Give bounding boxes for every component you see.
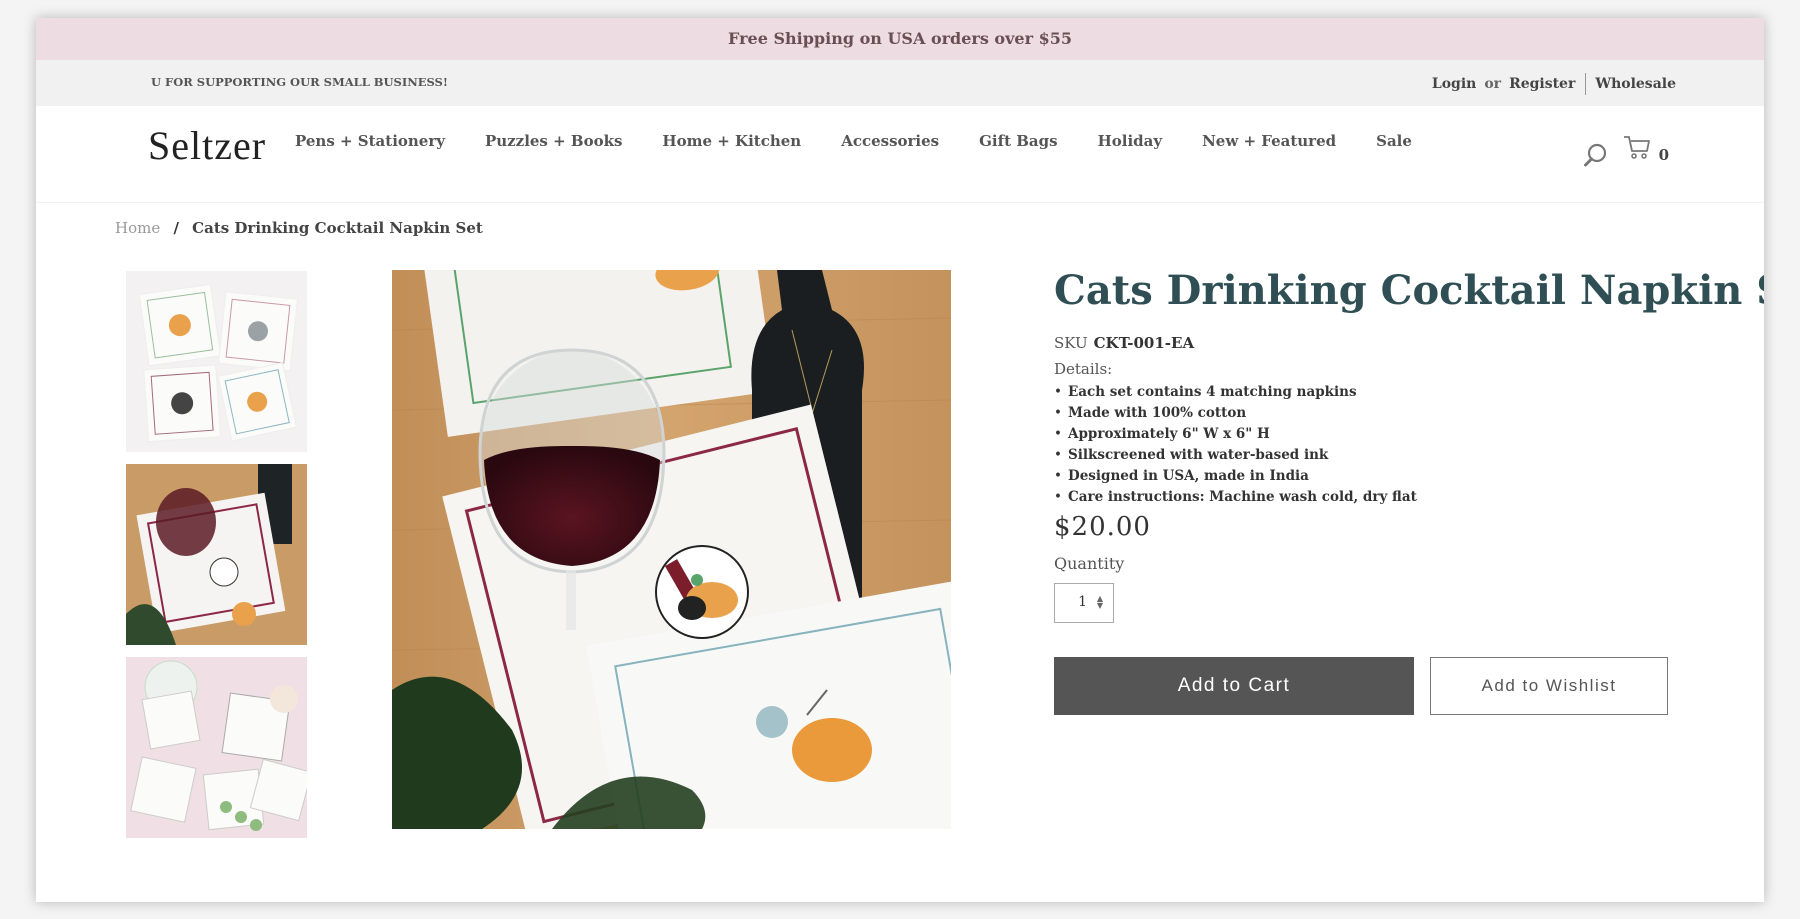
nav-item-home-kitchen[interactable]: Home + Kitchen: [662, 132, 801, 150]
utility-bar: U FOR SUPPORTING OUR SMALL BUSINESS! Log…: [36, 60, 1764, 106]
nav-item-puzzles-books[interactable]: Puzzles + Books: [485, 132, 622, 150]
sku-row: SKU CKT-001-EA: [1054, 334, 1694, 352]
nav-item-gift-bags[interactable]: Gift Bags: [979, 132, 1057, 150]
list-item: Designed in USA, made in India: [1054, 466, 1694, 487]
logo[interactable]: Seltzer: [148, 122, 266, 169]
sku-value: CKT-001-EA: [1093, 334, 1195, 352]
register-link[interactable]: Register: [1509, 76, 1575, 92]
thumbnail-3[interactable]: [126, 657, 307, 838]
details-list: Each set contains 4 matching napkins Mad…: [1054, 382, 1694, 508]
cart-icon[interactable]: [1623, 134, 1651, 164]
search-icon[interactable]: [1583, 142, 1609, 172]
spinner-icon[interactable]: ▲ ▼: [1097, 595, 1103, 610]
login-link[interactable]: Login: [1432, 76, 1476, 92]
action-buttons: Add to Cart Add to Wishlist: [1054, 657, 1694, 715]
thumbnail-gallery: [126, 271, 307, 850]
quantity-stepper[interactable]: 1 ▲ ▼: [1054, 583, 1114, 623]
product-title: Cats Drinking Cocktail Napkin Set: [1054, 267, 1764, 314]
site-header: Seltzer Pens + Stationery Puzzles + Book…: [36, 106, 1764, 203]
main-product-image[interactable]: [392, 270, 951, 829]
promo-banner: Free Shipping on USA orders over $55: [36, 18, 1764, 60]
promo-text: Free Shipping on USA orders over $55: [728, 29, 1072, 48]
tagline: U FOR SUPPORTING OUR SMALL BUSINESS!: [151, 75, 448, 89]
wholesale-link[interactable]: Wholesale: [1595, 76, 1676, 92]
breadcrumb-home[interactable]: Home: [115, 219, 160, 237]
sku-label: SKU: [1054, 334, 1088, 352]
page-frame: Free Shipping on USA orders over $55 U F…: [36, 18, 1764, 902]
thumbnail-2[interactable]: [126, 464, 307, 645]
add-to-wishlist-button[interactable]: Add to Wishlist: [1430, 657, 1668, 715]
account-links: Login or Register Wholesale: [1432, 73, 1676, 95]
list-item: Silkscreened with water-based ink: [1054, 445, 1694, 466]
quantity-value[interactable]: 1: [1078, 594, 1087, 610]
list-item: Approximately 6" W x 6" H: [1054, 424, 1694, 445]
product-info: Cats Drinking Cocktail Napkin Set SKU CKT…: [1054, 267, 1764, 715]
details-label: Details:: [1054, 360, 1113, 378]
thumbnail-1[interactable]: [126, 271, 307, 452]
nav-item-pens-stationery[interactable]: Pens + Stationery: [295, 132, 445, 150]
quantity-label: Quantity: [1054, 554, 1125, 573]
price: $20.00: [1054, 512, 1151, 542]
nav-item-holiday[interactable]: Holiday: [1098, 132, 1163, 150]
add-to-cart-button[interactable]: Add to Cart: [1054, 657, 1414, 715]
main-nav: Pens + Stationery Puzzles + Books Home +…: [295, 132, 1452, 150]
nav-item-sale[interactable]: Sale: [1376, 132, 1412, 150]
breadcrumb: Home / Cats Drinking Cocktail Napkin Set: [115, 219, 483, 237]
cart-count[interactable]: 0: [1659, 146, 1669, 164]
or-text: or: [1484, 76, 1502, 92]
list-item: Made with 100% cotton: [1054, 403, 1694, 424]
nav-item-accessories[interactable]: Accessories: [841, 132, 939, 150]
breadcrumb-separator: /: [173, 219, 179, 237]
divider: [1585, 73, 1587, 95]
breadcrumb-current: Cats Drinking Cocktail Napkin Set: [192, 219, 483, 237]
nav-item-new-featured[interactable]: New + Featured: [1202, 132, 1336, 150]
list-item: Care instructions: Machine wash cold, dr…: [1054, 487, 1694, 508]
list-item: Each set contains 4 matching napkins: [1054, 382, 1694, 403]
header-icons: 0: [1583, 134, 1669, 172]
